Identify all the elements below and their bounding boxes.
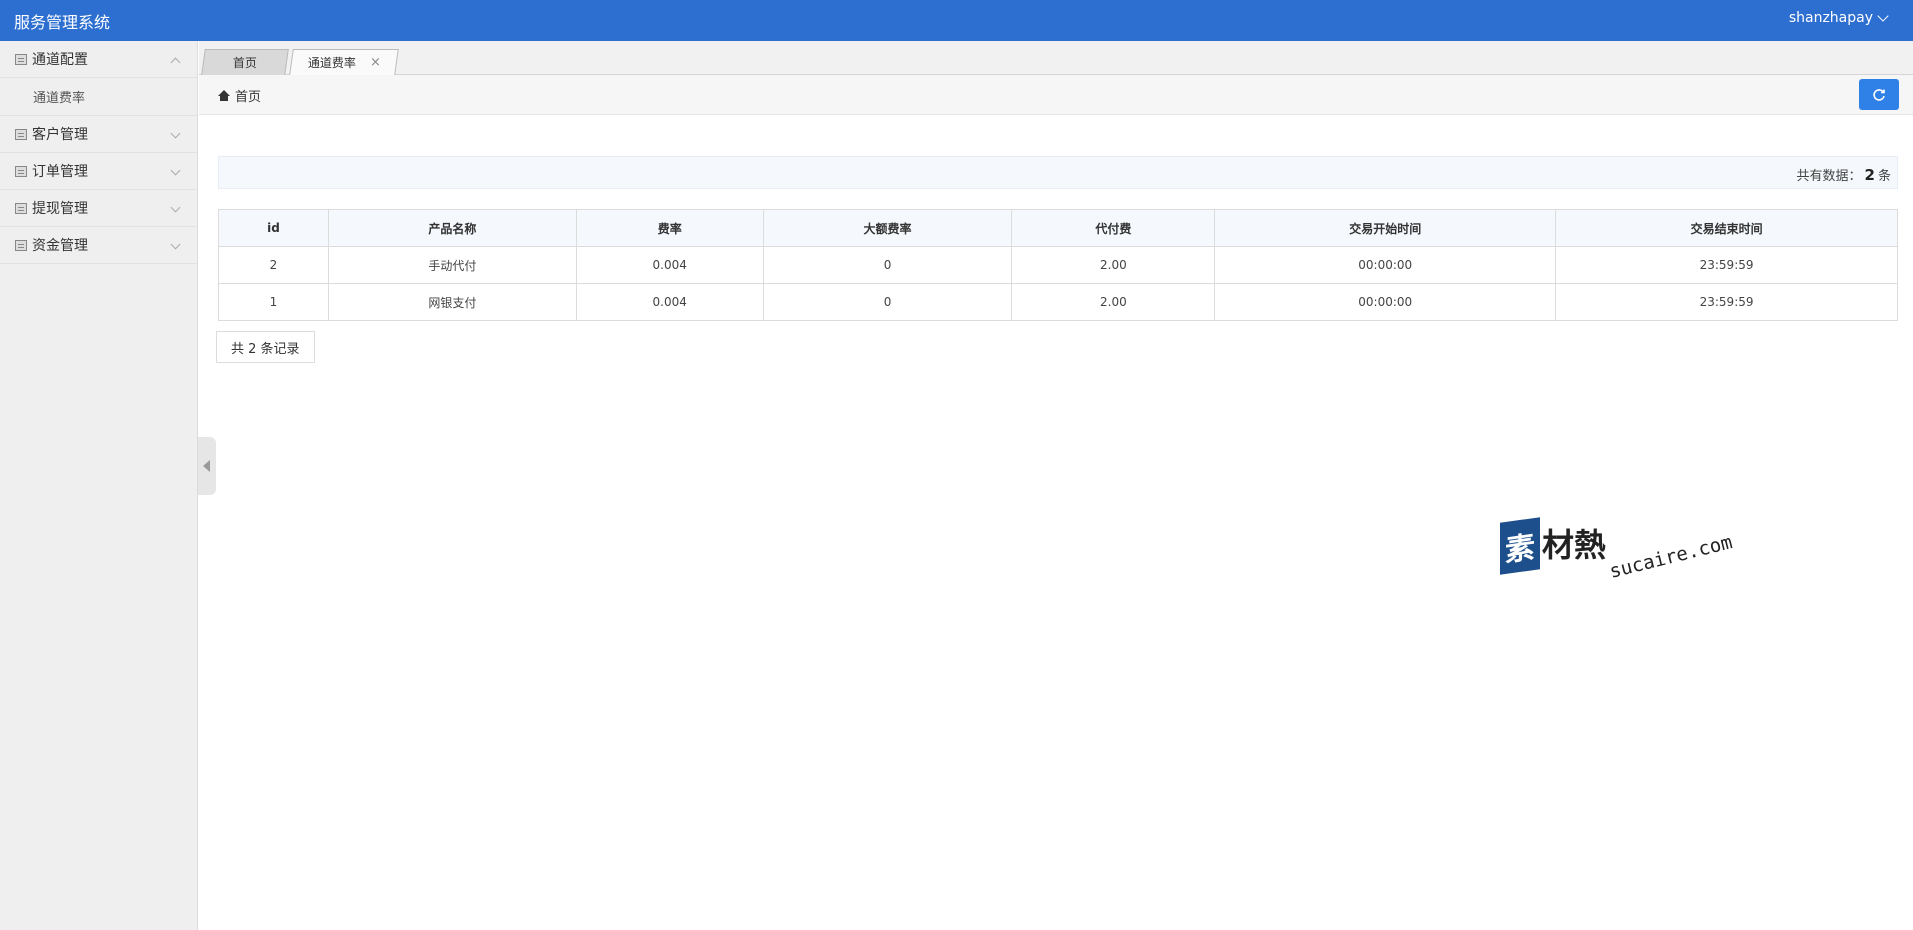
list-icon bbox=[15, 239, 27, 251]
table-cell: 2 bbox=[218, 246, 329, 284]
tab-home[interactable]: 首页 bbox=[201, 49, 289, 75]
watermark-logo: 素 材熱 sucaire.com bbox=[1500, 517, 1735, 583]
list-icon bbox=[15, 53, 27, 65]
table-cell: 0 bbox=[762, 246, 1013, 284]
table-row: 2 手动代付 0.004 0 2.00 00:00:00 23:59:59 bbox=[218, 246, 1898, 284]
tab-label: 首页 bbox=[232, 56, 257, 70]
user-menu[interactable]: shanzhapay bbox=[1788, 10, 1889, 26]
top-header: 服务管理系统 shanzhapay bbox=[0, 0, 1913, 41]
chevron-down-icon bbox=[170, 239, 181, 250]
chevron-down-icon bbox=[1877, 10, 1889, 22]
breadcrumb[interactable]: 首页 bbox=[218, 86, 261, 105]
table-cell: 00:00:00 bbox=[1214, 246, 1557, 284]
count-prefix: 共有数据： bbox=[1796, 169, 1862, 184]
sidebar-subitem-label: 通道费率 bbox=[33, 91, 86, 106]
column-header: 产品名称 bbox=[327, 209, 577, 247]
table-cell: 2.00 bbox=[1011, 283, 1216, 321]
tab-bar: 首页 通道费率 × bbox=[199, 41, 1913, 75]
breadcrumb-label: 首页 bbox=[235, 90, 262, 105]
watermark-text: 材熱 bbox=[1542, 526, 1607, 564]
sidebar-subitem-channel-rate[interactable]: 通道费率 bbox=[0, 78, 197, 116]
count-suffix: 条 bbox=[1877, 169, 1891, 184]
refresh-icon bbox=[1873, 88, 1885, 101]
table-cell: 手动代付 bbox=[327, 246, 577, 284]
pagination-info: 共 2 条记录 bbox=[216, 331, 315, 363]
sidebar-item-orders[interactable]: 订单管理 bbox=[0, 153, 197, 190]
sidebar-item-label: 资金管理 bbox=[32, 238, 88, 254]
chevron-down-icon bbox=[170, 202, 181, 213]
sidebar-item-label: 客户管理 bbox=[32, 127, 88, 143]
column-header: 交易开始时间 bbox=[1214, 209, 1557, 247]
data-summary: 共有数据： 2 条 bbox=[218, 156, 1898, 189]
username: shanzhapay bbox=[1788, 10, 1873, 26]
table-cell: 2.00 bbox=[1011, 246, 1216, 284]
record-count: 共有数据： 2 条 bbox=[1797, 165, 1891, 184]
sidebar-item-label: 订单管理 bbox=[32, 164, 88, 180]
column-header: 代付费 bbox=[1011, 209, 1216, 247]
table-cell: 23:59:59 bbox=[1555, 283, 1898, 321]
list-icon bbox=[15, 128, 27, 140]
sidebar-item-customers[interactable]: 客户管理 bbox=[0, 116, 197, 153]
tab-label: 通道费率 bbox=[307, 56, 356, 70]
sidebar-item-channel-config[interactable]: 通道配置 bbox=[0, 41, 197, 78]
table-header-row: id 产品名称 费率 大额费率 代付费 交易开始时间 交易结束时间 bbox=[218, 209, 1898, 247]
table-cell: 网银支付 bbox=[327, 283, 577, 321]
sidebar-item-label: 提现管理 bbox=[32, 201, 88, 217]
table-cell: 00:00:00 bbox=[1214, 283, 1557, 321]
watermark-badge: 素 bbox=[1500, 517, 1540, 575]
table-cell: 0 bbox=[762, 283, 1013, 321]
table-cell: 1 bbox=[218, 283, 329, 321]
sidebar-item-withdrawals[interactable]: 提现管理 bbox=[0, 190, 197, 227]
home-icon bbox=[218, 89, 230, 102]
watermark-url: sucaire.com bbox=[1607, 531, 1735, 583]
table-row: 1 网银支付 0.004 0 2.00 00:00:00 23:59:59 bbox=[218, 283, 1898, 321]
list-icon bbox=[15, 202, 27, 214]
column-header: 大额费率 bbox=[762, 209, 1013, 247]
count-value: 2 bbox=[1864, 166, 1875, 184]
chevron-down-icon bbox=[170, 128, 181, 139]
sidebar-collapse-handle[interactable] bbox=[198, 437, 216, 495]
refresh-button[interactable] bbox=[1859, 79, 1899, 110]
sidebar: 通道配置 通道费率 客户管理 订单管理 提现管理 资金管理 bbox=[0, 41, 198, 930]
column-header: 交易结束时间 bbox=[1555, 209, 1898, 247]
table-cell: 23:59:59 bbox=[1555, 246, 1898, 284]
list-icon bbox=[15, 165, 27, 177]
close-icon[interactable]: × bbox=[369, 55, 380, 70]
column-header: id bbox=[218, 209, 329, 247]
chevron-up-icon bbox=[170, 57, 181, 68]
tab-channel-rate[interactable]: 通道费率 × bbox=[289, 49, 399, 75]
sidebar-item-funds[interactable]: 资金管理 bbox=[0, 227, 197, 264]
app-title: 服务管理系统 bbox=[14, 13, 111, 32]
column-header: 费率 bbox=[575, 209, 764, 247]
rates-table: id 产品名称 费率 大额费率 代付费 交易开始时间 交易结束时间 2 手动代付… bbox=[218, 209, 1898, 321]
breadcrumb-bar: 首页 bbox=[199, 75, 1913, 115]
chevron-down-icon bbox=[170, 165, 181, 176]
sidebar-item-label: 通道配置 bbox=[32, 52, 88, 68]
table-cell: 0.004 bbox=[575, 283, 764, 321]
table-cell: 0.004 bbox=[575, 246, 764, 284]
